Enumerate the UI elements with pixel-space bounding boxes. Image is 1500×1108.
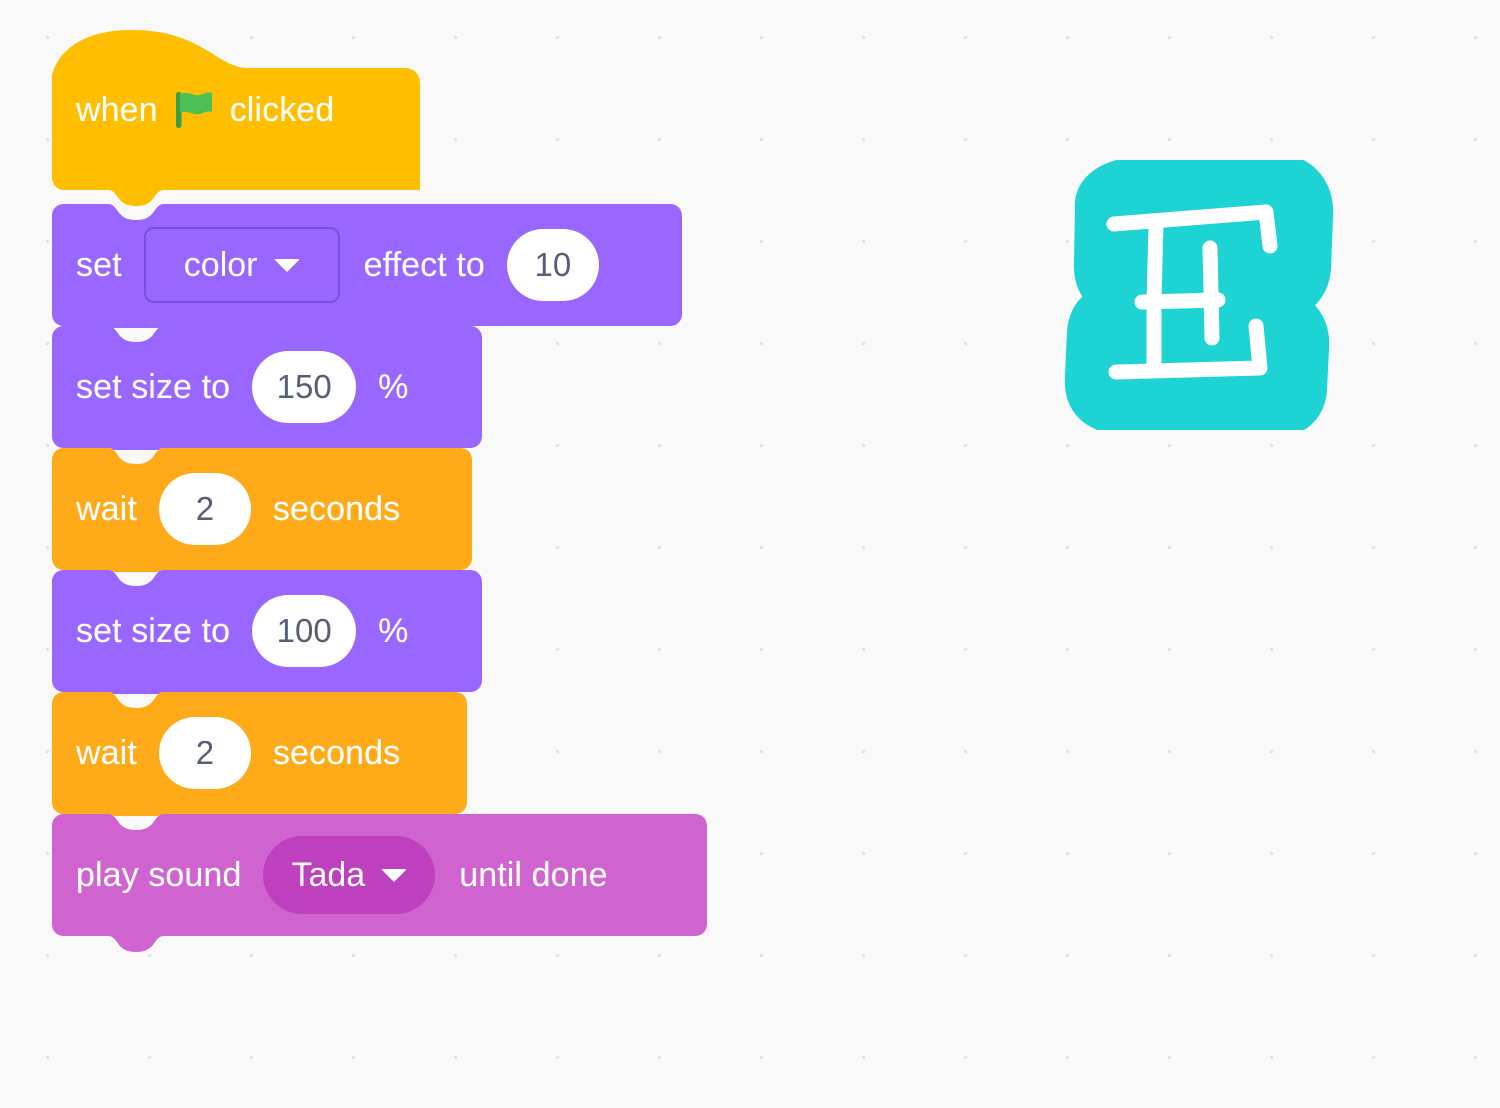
block-set-size-100[interactable]: set size to 100 % — [52, 570, 792, 694]
block-when-flag-clicked[interactable]: when clicked — [52, 30, 792, 206]
block-set-size-150[interactable]: set size to 150 % — [52, 326, 792, 450]
input-wait-seconds-first[interactable]: 2 — [158, 473, 251, 545]
block-wait-2-seconds-second[interactable]: wait 2 seconds — [52, 692, 792, 816]
dropdown-sound-name[interactable]: Tada — [263, 836, 436, 914]
chevron-down-icon-sound — [381, 868, 408, 882]
main-script-stack[interactable]: when clicked set color effect to 10 set … — [52, 30, 792, 954]
input-wait-seconds-second[interactable]: 2 — [158, 717, 251, 789]
block-play-sound-until-done[interactable]: play sound Tada until done — [52, 814, 792, 954]
input-size-value-100[interactable]: 100 — [252, 595, 357, 667]
dropdown-effect-value: color — [183, 245, 258, 284]
chevron-down-icon — [273, 258, 300, 272]
block-set-color-effect[interactable]: set color effect to 10 — [52, 204, 792, 328]
dropdown-sound-value: Tada — [291, 855, 366, 894]
block-wait-2-seconds-first[interactable]: wait 2 seconds — [52, 448, 792, 572]
letter-e-sprite[interactable] — [1050, 152, 1335, 440]
dropdown-effect-type[interactable]: color — [143, 227, 340, 303]
block-workspace-canvas[interactable]: when clicked set color effect to 10 set … — [0, 0, 1500, 1108]
input-size-value-150[interactable]: 150 — [252, 351, 357, 423]
input-effect-value[interactable]: 10 — [506, 229, 599, 301]
